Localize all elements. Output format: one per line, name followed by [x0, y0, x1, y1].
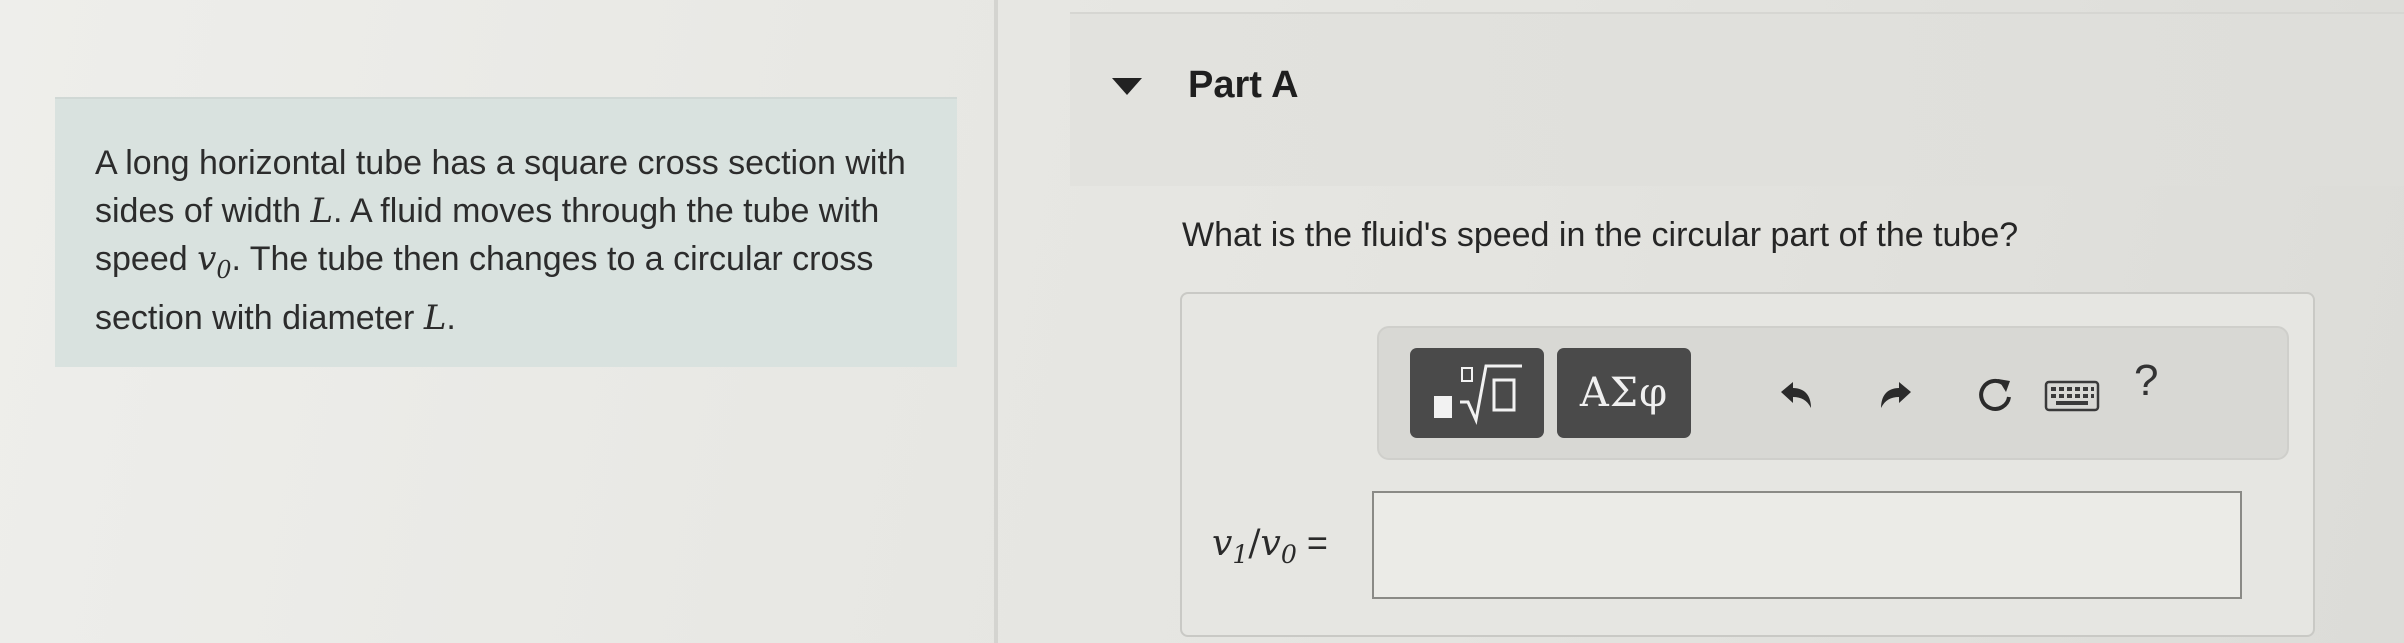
symbols-button[interactable]: ΑΣφ [1557, 348, 1691, 438]
undo-button[interactable] [1774, 373, 1820, 419]
answer-input[interactable] [1372, 491, 2242, 599]
redo-icon [1881, 382, 1911, 408]
templates-sqrt-icon [1434, 364, 1522, 426]
part-a-header[interactable]: Part A [1070, 12, 2404, 186]
question-text: What is the fluid's speed in the circula… [1182, 216, 2019, 254]
reset-button[interactable] [1972, 373, 2018, 419]
var-v0: v0 [197, 239, 232, 284]
keyboard-button[interactable] [2042, 373, 2102, 419]
var-L: L [423, 297, 447, 338]
help-button[interactable]: ? [2134, 356, 2158, 406]
problem-statement-box: A long horizontal tube has a square cros… [55, 97, 957, 367]
answer-label: v1/v0 = [1212, 522, 1328, 570]
redo-button[interactable] [1872, 373, 1918, 419]
answer-panel: ΑΣφ ? v1/v0 = [1180, 292, 2315, 637]
var-L: L [310, 191, 334, 231]
math-toolbar: ΑΣφ ? [1377, 326, 2289, 460]
templates-button[interactable] [1410, 348, 1544, 438]
reset-icon [1979, 378, 2011, 411]
problem-statement: A long horizontal tube has a square cros… [95, 144, 906, 338]
column-divider [994, 0, 998, 643]
keyboard-icon [2044, 380, 2100, 412]
collapse-caret-icon[interactable] [1112, 78, 1142, 95]
part-title: Part A [1188, 64, 1299, 106]
undo-icon [1781, 382, 1811, 408]
